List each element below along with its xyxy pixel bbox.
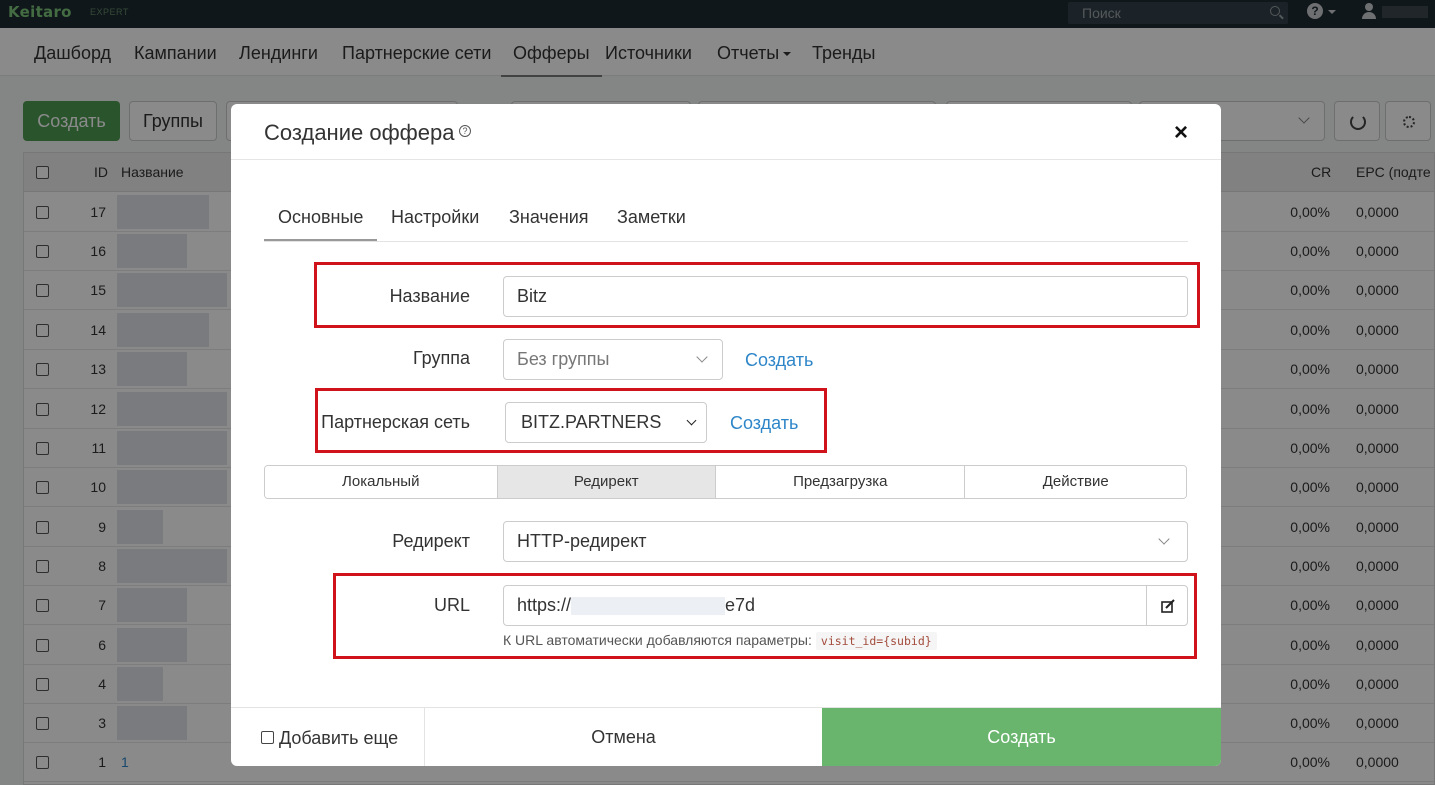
- checkbox-box[interactable]: [261, 730, 274, 744]
- redirect-label: Редирект: [392, 531, 470, 551]
- chevron-down-icon: [1158, 533, 1170, 545]
- group-label: Группа: [412, 348, 470, 368]
- type-local-button[interactable]: Локальный: [265, 466, 498, 498]
- add-more-checkbox[interactable]: Добавить еще: [261, 728, 398, 749]
- group-select-value: Без группы: [517, 349, 610, 369]
- offer-type-segmented-control: Локальный Редирект Предзагрузка Действие: [264, 465, 1187, 499]
- modal-tabs: Основные Настройки Значения Заметки: [263, 199, 1188, 242]
- tab-values[interactable]: Значения: [509, 207, 589, 228]
- modal-footer: Добавить еще Отмена Создать: [231, 707, 1221, 766]
- type-preload-button[interactable]: Предзагрузка: [716, 466, 966, 498]
- modal-header: Создание оффера ? ×: [231, 104, 1221, 160]
- create-group-link[interactable]: Создать: [745, 350, 813, 371]
- tab-settings[interactable]: Настройки: [391, 207, 479, 228]
- cancel-button[interactable]: Отмена: [424, 708, 822, 766]
- type-action-button[interactable]: Действие: [965, 466, 1186, 498]
- redirect-select[interactable]: HTTP-редирект: [503, 521, 1188, 562]
- redirect-select-value: HTTP-редирект: [517, 531, 647, 551]
- close-icon[interactable]: ×: [1174, 119, 1188, 147]
- type-redirect-button[interactable]: Редирект: [497, 466, 717, 498]
- chevron-down-icon: [696, 351, 708, 363]
- highlight-box: [333, 573, 1197, 659]
- tab-notes[interactable]: Заметки: [617, 207, 686, 228]
- highlight-box: [314, 262, 1200, 328]
- submit-create-button[interactable]: Создать: [822, 708, 1221, 766]
- group-select[interactable]: Без группы: [503, 339, 723, 380]
- question-icon[interactable]: ?: [459, 125, 471, 137]
- modal-title: Создание оффера: [264, 120, 455, 145]
- highlight-box: [315, 388, 827, 453]
- create-offer-modal: Создание оффера ? × Основные Настройки З…: [231, 104, 1221, 766]
- add-more-label: Добавить еще: [279, 728, 399, 748]
- tab-main[interactable]: Основные: [263, 207, 378, 241]
